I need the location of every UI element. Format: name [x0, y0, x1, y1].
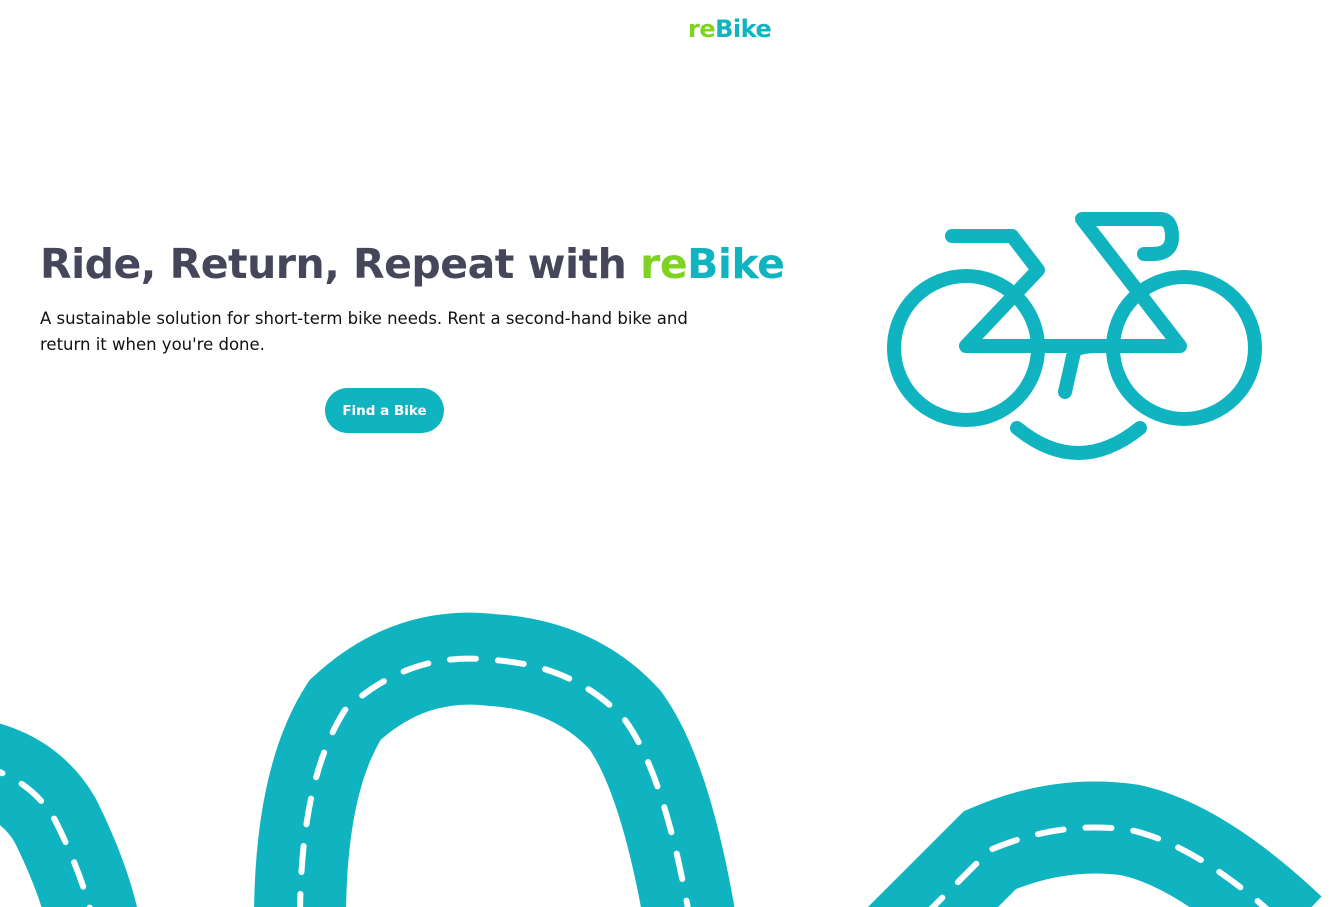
- top-navbar: reBike: [0, 10, 1341, 50]
- brand-suffix: Bike: [715, 15, 772, 43]
- hero-title: Ride, Return, Repeat with reBike: [40, 236, 785, 292]
- landing-page: reBike Ride, Return, Repeat with reBike …: [0, 0, 1341, 907]
- smiling-bike-icon: [887, 212, 1262, 460]
- hero-title-brand-prefix: re: [640, 240, 688, 288]
- find-a-bike-button[interactable]: Find a Bike: [325, 388, 444, 433]
- brand-prefix: re: [688, 15, 716, 43]
- brand-logo-link[interactable]: reBike: [688, 12, 772, 46]
- winding-road-illustration: [0, 612, 1322, 907]
- hero-title-text: Ride, Return, Repeat with: [40, 240, 641, 288]
- hero-title-brand-suffix: Bike: [687, 240, 785, 288]
- hero-subtitle: A sustainable solution for short-term bi…: [40, 309, 688, 354]
